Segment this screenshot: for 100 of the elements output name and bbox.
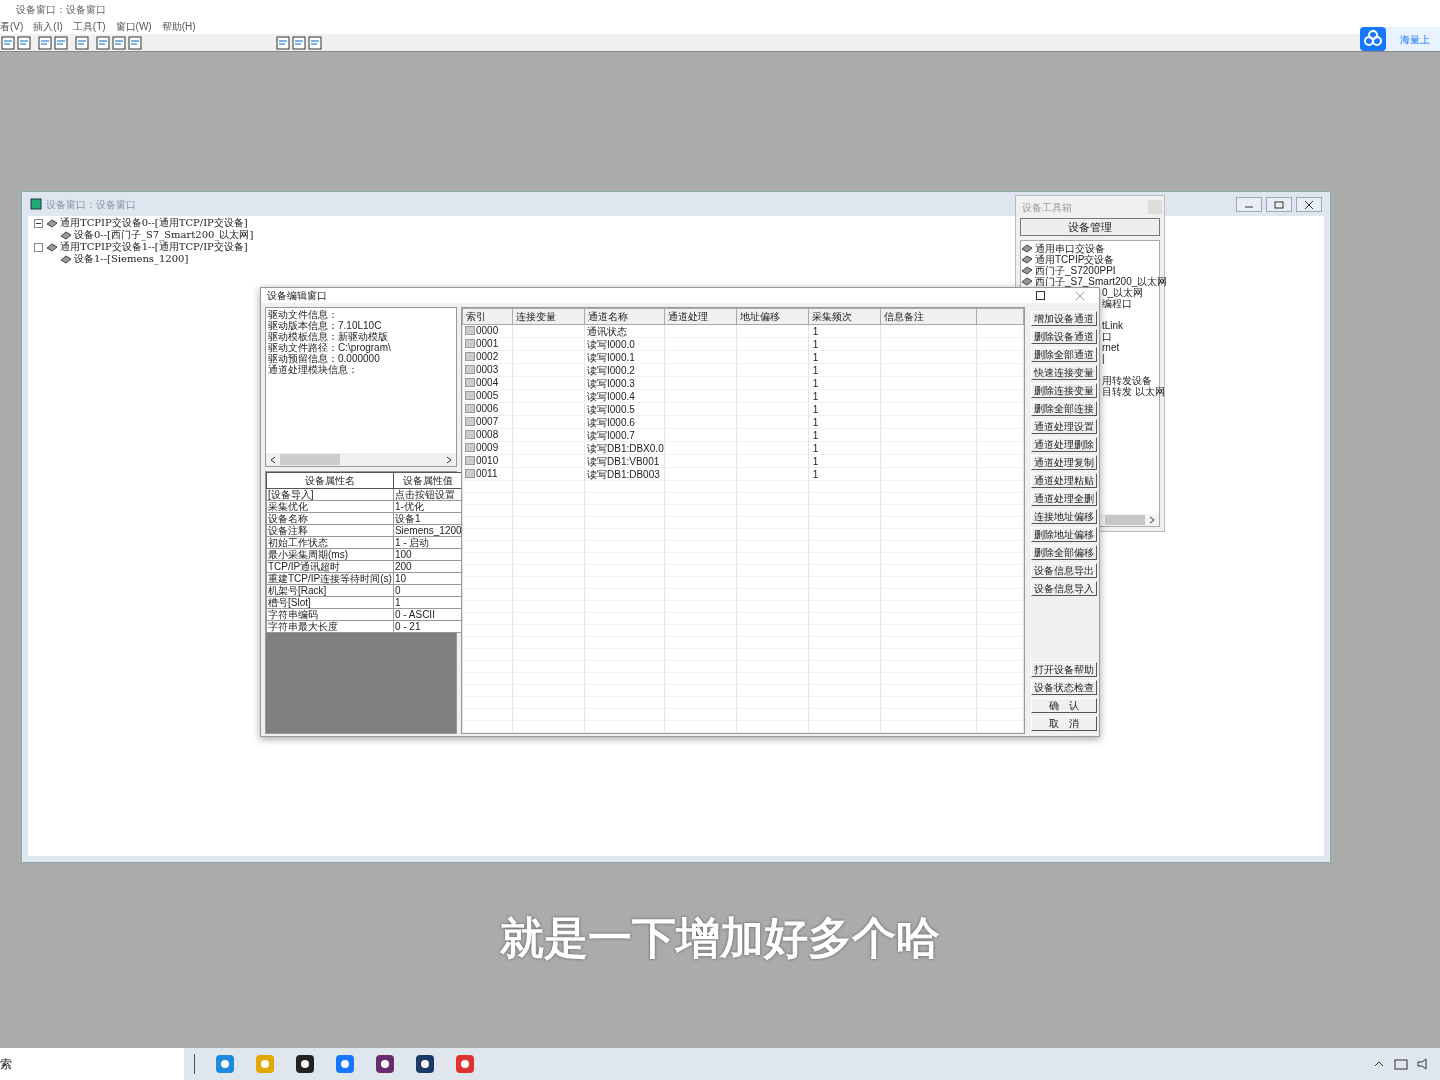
info-line: 驱动版本信息：7.10L10C [268,320,383,331]
toolbar-icon[interactable] [96,35,110,50]
dialog-button[interactable]: 通道处理全删 [1031,491,1097,506]
toolbox-item[interactable]: 西门子_S7200PPI [1035,265,1116,276]
toolbar-icon[interactable] [75,35,89,50]
info-line: 驱动预留信息：0.000000 [268,353,380,364]
toolbox-item[interactable]: 用转发设备 [1102,375,1152,386]
table-cell: 读写DB1:DB003 [584,467,665,481]
tree-item[interactable]: 设备1--[Siemens_1200] [74,253,189,265]
table-cell: 读写I000.2 [584,363,665,377]
dialog-button[interactable]: 通道处理设置 [1031,419,1097,434]
device-manage-button[interactable]: 设备管理 [1020,218,1160,236]
column-header[interactable]: 地址偏移 [736,308,809,325]
table-cell: 机架号[Rack] [266,584,394,597]
scrollbar-thumb[interactable] [1105,515,1145,525]
dialog-button[interactable]: 删除全部通道 [1031,347,1097,362]
toolbar-icon[interactable] [38,35,52,50]
table-cell: 初始工作状态 [266,536,394,549]
toolbox-item[interactable]: rnet [1102,342,1120,353]
speaker-icon[interactable] [1416,1057,1430,1071]
upload-badge[interactable]: 海量上 [1360,27,1440,51]
menu-item[interactable]: 工具(T) [72,18,106,34]
toolbar-icon[interactable] [128,35,142,50]
dialog-button[interactable]: 设备信息导出 [1031,563,1097,578]
device-icon [1021,255,1033,264]
table-cell: 0005 [476,390,499,401]
dialog-button[interactable]: 打开设备帮助 [1031,662,1097,677]
toolbox-item[interactable]: 西门子_S7_Smart200_以太网 [1035,276,1168,287]
toolbar-icon[interactable] [112,35,126,50]
app-icon[interactable] [414,1053,436,1075]
toolbox-item[interactable]: tLink [1102,320,1124,331]
table-cell: 0006 [476,403,499,414]
table-cell: 1 [808,428,881,442]
tree-item[interactable]: 通用TCPIP交设备1--[通用TCP/IP交设备] [60,241,248,253]
dialog-button[interactable]: 删除全部连接 [1031,401,1097,416]
column-header[interactable]: 通道处理 [664,308,737,325]
chevron-right-icon[interactable] [444,454,454,465]
table-cell: 字符串编码 [266,608,394,621]
record-icon[interactable] [454,1053,476,1075]
dialog-title: 设备编辑窗口 [267,289,328,303]
toolbar-icon[interactable] [276,35,290,50]
maximize-icon[interactable] [1035,289,1047,302]
table-cell: 设备注释 [266,524,394,537]
toolbar-icon[interactable] [54,35,68,50]
column-header[interactable]: 索引 [462,308,513,325]
toolbox-item[interactable]: 编程口 [1102,298,1132,309]
panel-title: 设备工具箱 [1022,200,1073,215]
column-header[interactable]: 通道名称 [584,308,665,325]
scrollbar-thumb[interactable] [280,454,340,465]
toolbox-item[interactable]: 通用串口交设备 [1035,243,1105,254]
dialog-button[interactable]: 确 认 [1031,698,1097,713]
chevron-up-icon[interactable] [1374,1060,1384,1068]
table-cell: 0010 [476,455,499,466]
dialog-button[interactable]: 设备信息导入 [1031,581,1097,596]
dialog-button[interactable]: 通道处理删除 [1031,437,1097,452]
table-cell: 1 [808,337,881,351]
toolbar-icon[interactable] [308,35,322,50]
table-cell: 1 [808,363,881,377]
menu-item[interactable]: 插入(I) [33,18,63,34]
dialog-button[interactable]: 通道处理粘贴 [1031,473,1097,488]
expand-icon[interactable] [34,242,43,252]
table-cell: 1 [808,389,881,403]
chevron-right-icon[interactable] [1147,515,1157,525]
column-header[interactable]: 设备属性名 [266,472,394,489]
network-icon[interactable] [1394,1057,1408,1071]
table-cell: 0002 [476,351,499,362]
collapse-icon[interactable] [34,218,43,228]
toolbar-icon[interactable] [292,35,306,50]
toolbox-item[interactable]: 目转发 以太网 [1102,386,1165,397]
chevron-left-icon[interactable] [268,454,278,465]
dialog-button[interactable]: 连接地址偏移 [1031,509,1097,524]
dialog-button[interactable]: 删除全部偏移 [1031,545,1097,560]
dialog-button[interactable]: 删除连接变量 [1031,383,1097,398]
toolbar-icon[interactable] [1,35,15,50]
column-header[interactable]: 采集频次 [808,308,881,325]
table-cell: 读写I000.7 [584,428,665,442]
menu-item[interactable]: 帮助(H) [161,18,196,34]
table-cell: 1 [808,350,881,364]
column-header[interactable]: 信息备注 [880,308,977,325]
dialog-button[interactable]: 通道处理复制 [1031,455,1097,470]
menu-item[interactable]: 看(V) [0,18,24,34]
toolbox-item[interactable]: 0_以太网 [1102,287,1144,298]
dialog-button[interactable]: 设备状态检查 [1031,680,1097,695]
dialog-button[interactable]: 删除设备通道 [1031,329,1097,344]
tree-item[interactable]: 设备0--[西门子_S7_Smart200_以太网] [74,229,254,241]
toolbox-item[interactable]: 口 [1102,331,1112,342]
dialog-button[interactable]: 快速连接变量 [1031,365,1097,380]
toolbox-item[interactable]: 通用TCPIP交设备 [1035,254,1115,265]
app-icon[interactable] [374,1053,396,1075]
menu-item[interactable]: 窗口(W) [115,18,152,34]
device-icon [1021,266,1033,275]
dialog-button[interactable]: 删除地址偏移 [1031,527,1097,542]
dialog-button[interactable]: 取 消 [1031,716,1097,731]
dialog-button[interactable]: 增加设备通道 [1031,311,1097,326]
column-header[interactable]: 连接变量 [512,308,585,325]
tree-item[interactable]: 通用TCPIP交设备0--[通用TCP/IP交设备] [60,217,248,229]
badge-label: 海量上 [1400,32,1430,47]
search-field[interactable]: 索 [0,1048,184,1080]
toolbox-item[interactable]: | [1102,353,1105,364]
toolbar-icon[interactable] [17,35,31,50]
